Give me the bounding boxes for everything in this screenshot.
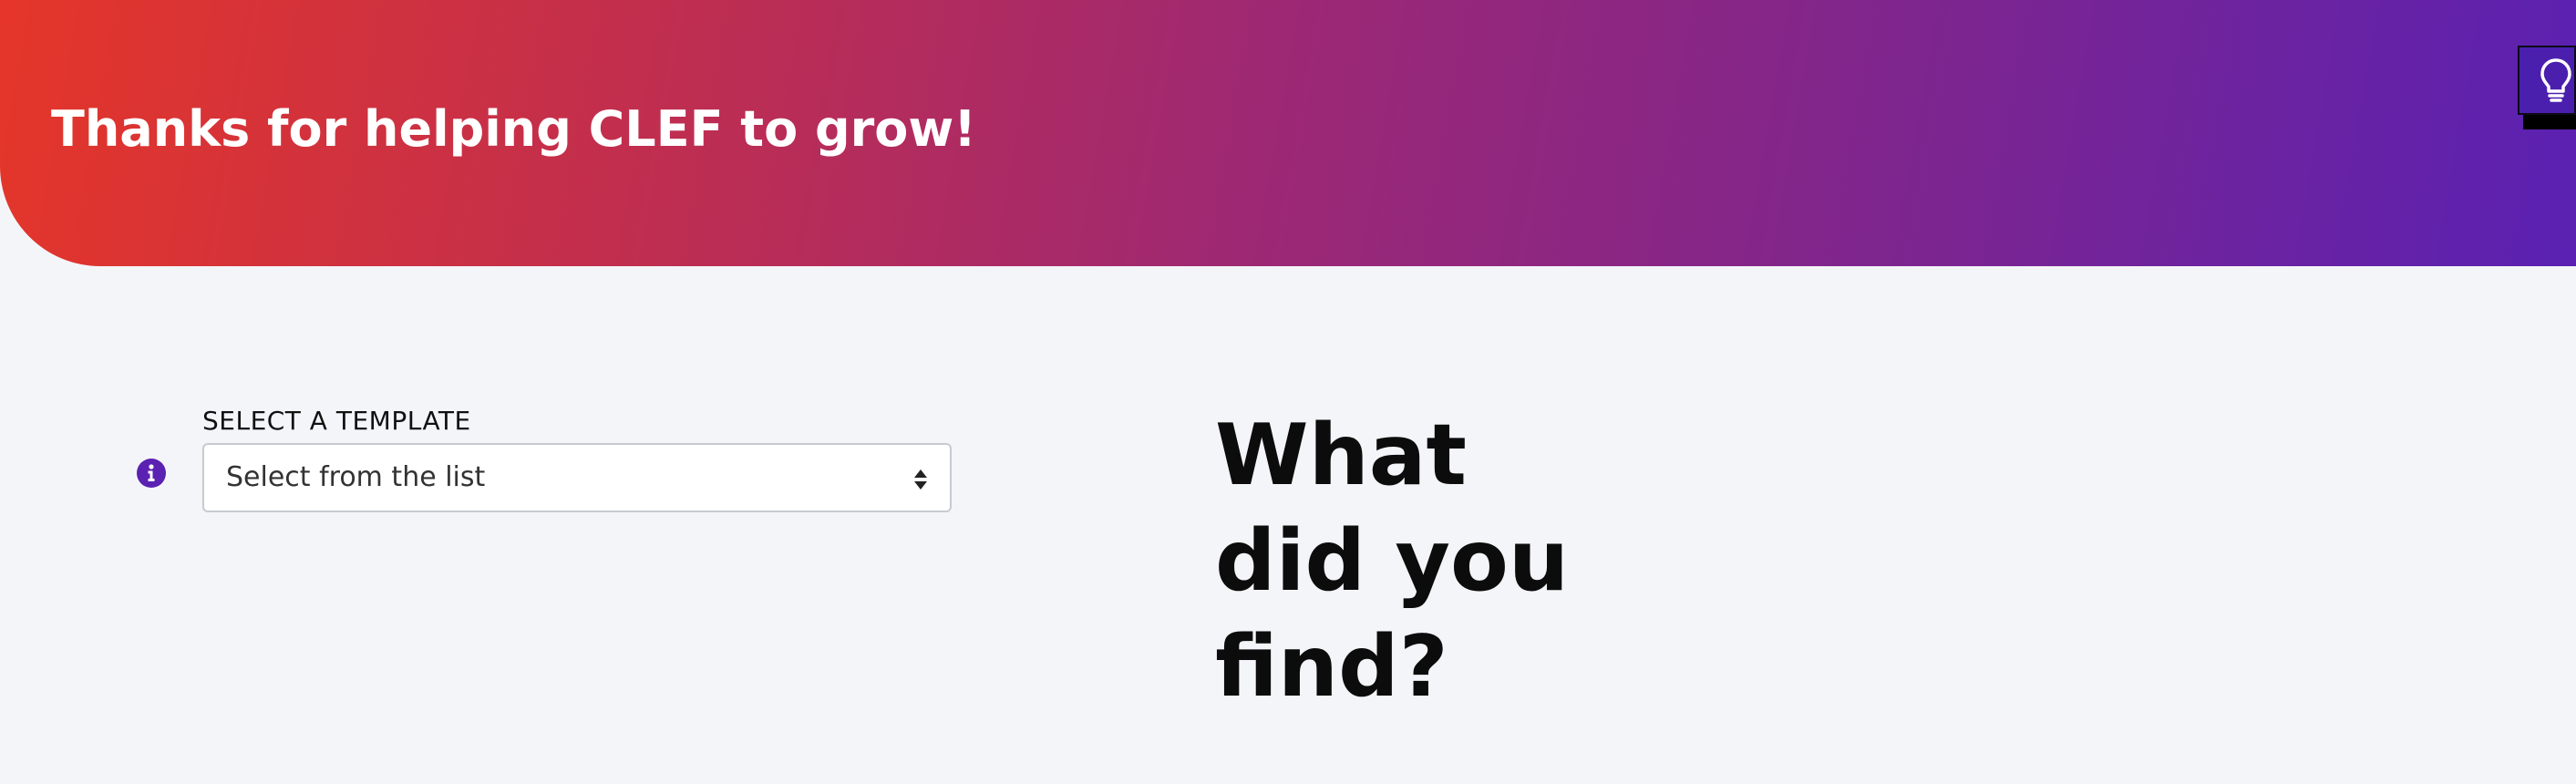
header-banner: Thanks for helping CLEF to grow!: [0, 0, 2576, 266]
template-label: SELECT A TEMPLATE: [202, 406, 471, 436]
headline-line: find?: [1215, 617, 1448, 716]
page-headline: What did you find?: [1215, 402, 1580, 719]
headline-line: What: [1215, 406, 1468, 504]
template-select[interactable]: Select from the list: [202, 443, 952, 512]
info-icon[interactable]: [137, 459, 166, 488]
sort-caret-icon: [914, 469, 927, 490]
lightbulb-icon: [2540, 58, 2571, 102]
tips-button[interactable]: [2518, 46, 2576, 115]
header-title: Thanks for helping CLEF to grow!: [51, 100, 976, 158]
headline-line: did you: [1215, 511, 1570, 610]
tips-button-wrapper: [2518, 46, 2576, 129]
template-select-value: Select from the list: [226, 461, 486, 493]
